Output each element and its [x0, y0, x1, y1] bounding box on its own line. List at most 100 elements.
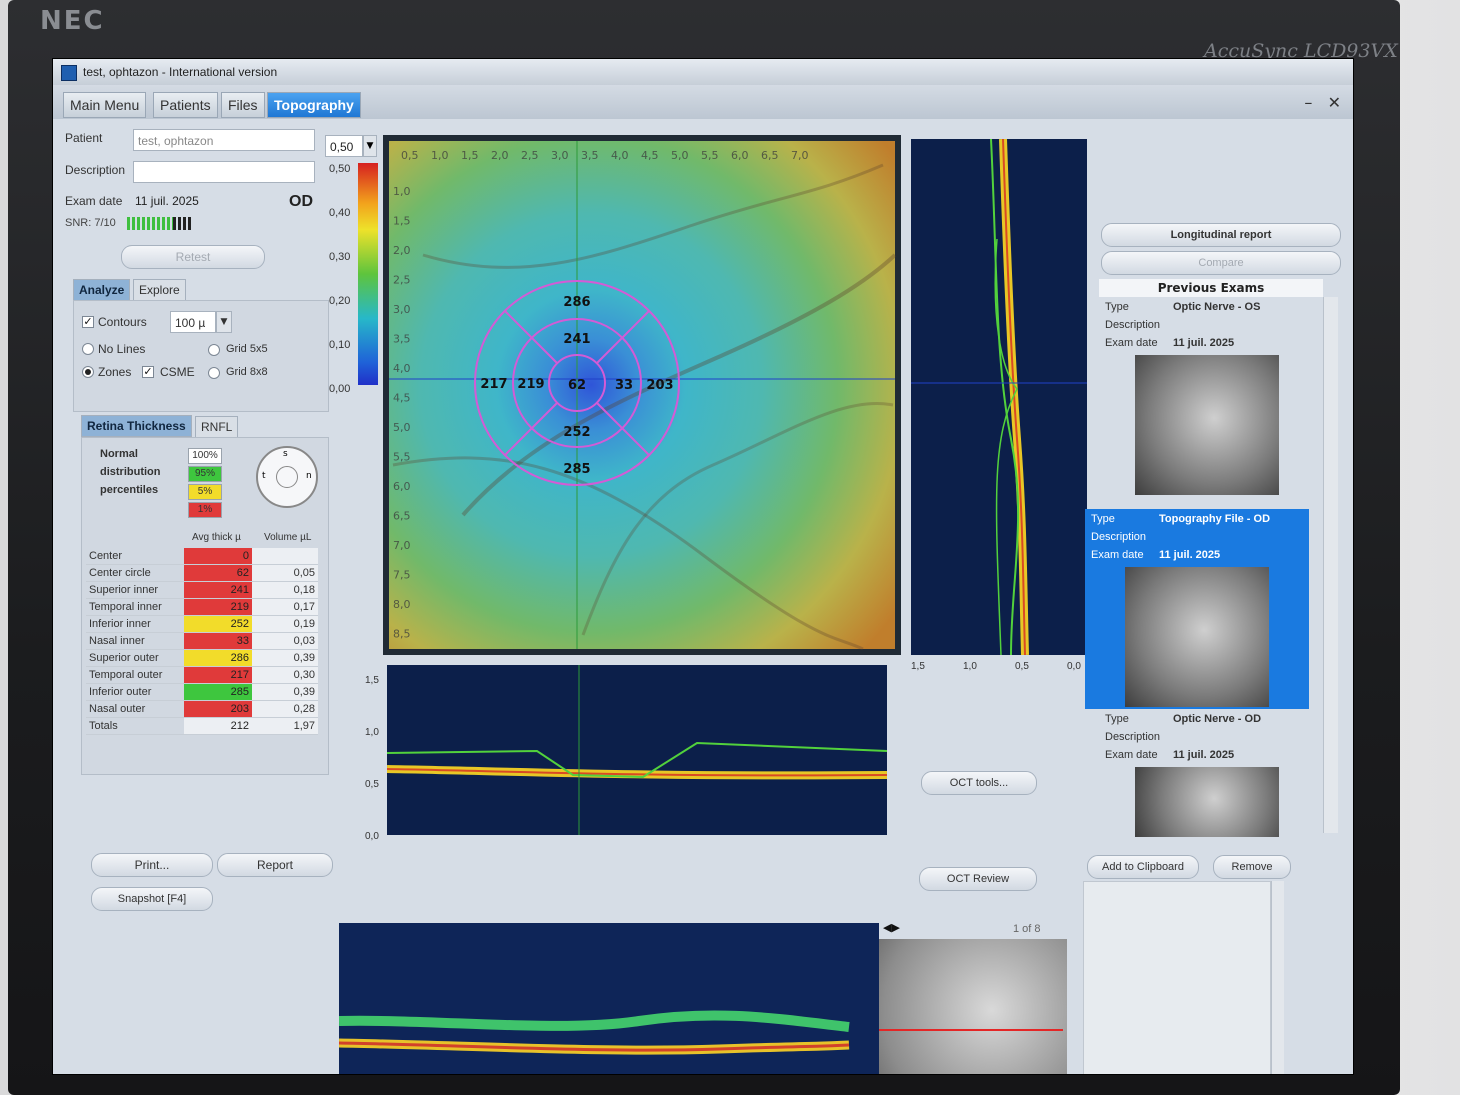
- horizontal-bscan[interactable]: [386, 665, 888, 835]
- longitudinal-report-button[interactable]: Longitudinal report: [1101, 223, 1341, 247]
- contours-checkbox[interactable]: ✓: [82, 316, 94, 328]
- exam-thumbnail: [1135, 355, 1279, 495]
- map-top-tick: 1,0: [431, 149, 449, 162]
- window-title: test, ophtazon - International version: [83, 65, 278, 79]
- oct-tools-button[interactable]: OCT tools...: [921, 771, 1037, 795]
- topography-map-svg: 286 241 217 219 62 33 203 252 285 0,5 1,0…: [389, 141, 897, 651]
- exam-description-label: Description: [1105, 319, 1161, 331]
- pager-arrows-icon[interactable]: ◀▶: [883, 921, 900, 934]
- map-top-tick: 2,5: [521, 149, 539, 162]
- zone-compass: s t n: [256, 446, 318, 508]
- table-row: Nasal outer 203 0,28: [86, 700, 318, 718]
- row-avg-thickness: 219: [184, 598, 252, 616]
- exam-type-label: Type: [1091, 513, 1115, 525]
- scale-tick: 0,20: [329, 295, 351, 307]
- clipboard-scrollbar[interactable]: [1271, 881, 1284, 1074]
- tab-main-menu[interactable]: Main Menu: [63, 92, 147, 118]
- legend-title-1: Normal: [100, 448, 138, 460]
- row-volume: 0,18: [252, 581, 318, 599]
- exam-thumbnail: [1125, 567, 1269, 707]
- row-name: Totals: [86, 717, 184, 735]
- map-left-tick: 6,0: [393, 480, 411, 493]
- row-name: Center circle: [86, 564, 184, 582]
- chevron-down-icon[interactable]: ▼: [216, 311, 232, 333]
- map-left-tick: 8,5: [393, 628, 411, 641]
- row-avg-thickness: 217: [184, 666, 252, 684]
- vertical-bscan-tick: 0,0: [1067, 661, 1081, 672]
- description-label: Description: [65, 163, 126, 177]
- topography-view: Patient test, ophtazon Description Exam …: [53, 119, 1353, 1074]
- zones-radio[interactable]: [82, 366, 94, 378]
- grid-5x5-radio[interactable]: [208, 344, 220, 356]
- tab-explore[interactable]: Explore: [133, 279, 186, 301]
- report-button[interactable]: Report: [217, 853, 333, 877]
- print-button[interactable]: Print...: [91, 853, 213, 877]
- legend-swatch: 5%: [188, 484, 222, 500]
- add-to-clipboard-button[interactable]: Add to Clipboard: [1087, 855, 1199, 879]
- scan-line-indicator: [879, 1029, 1063, 1031]
- retest-button[interactable]: Retest: [121, 245, 265, 269]
- close-button[interactable]: ✕: [1328, 93, 1341, 112]
- legend-title-2: distribution: [100, 466, 161, 478]
- row-avg-thickness: 62: [184, 564, 252, 582]
- contours-label: Contours: [98, 315, 147, 329]
- tab-retina-thickness[interactable]: Retina Thickness: [81, 415, 192, 437]
- table-row: Superior outer 286 0,39: [86, 649, 318, 667]
- no-lines-radio[interactable]: [82, 343, 94, 355]
- contours-select[interactable]: 100 µ: [170, 311, 216, 333]
- row-name: Nasal inner: [86, 632, 184, 650]
- tab-rnfl[interactable]: RNFL: [195, 416, 239, 438]
- row-name: Temporal inner: [86, 598, 184, 616]
- compare-button[interactable]: Compare: [1101, 251, 1341, 275]
- oct-review-button[interactable]: OCT Review: [919, 867, 1037, 891]
- previous-exam-card[interactable]: Type Optic Nerve - OS Description Exam date…: [1099, 297, 1321, 495]
- fundus-preview[interactable]: [879, 939, 1067, 1074]
- row-avg-thickness: 212: [184, 717, 252, 735]
- legend-swatch: 1%: [188, 502, 222, 518]
- vertical-bscan-tick: 1,0: [963, 661, 977, 672]
- volume-header: Volume µL: [264, 532, 312, 543]
- snapshot-button[interactable]: Snapshot [F4]: [91, 887, 213, 911]
- tab-patients[interactable]: Patients: [153, 92, 218, 118]
- legend-swatch: 95%: [188, 466, 222, 482]
- tab-analyze[interactable]: Analyze: [73, 279, 131, 301]
- minimize-button[interactable]: –: [1304, 93, 1312, 112]
- compass-n: n: [306, 471, 312, 481]
- exam-date-label: Exam date: [65, 194, 123, 208]
- grid-5x5-label: Grid 5x5: [226, 343, 268, 355]
- title-bar: test, ophtazon - International version: [53, 59, 1353, 85]
- csme-checkbox[interactable]: ✓: [142, 366, 154, 378]
- exams-scrollbar[interactable]: [1323, 297, 1338, 833]
- scale-tick: 0,50: [329, 163, 351, 175]
- oct-bscan-full[interactable]: [338, 923, 879, 1074]
- map-left-tick: 7,0: [393, 539, 411, 552]
- map-left-tick: 4,5: [393, 392, 411, 405]
- previous-exam-card[interactable]: Type Topography File - OD Description Exam …: [1085, 509, 1309, 709]
- tab-files[interactable]: Files: [221, 92, 265, 118]
- remove-button[interactable]: Remove: [1213, 855, 1291, 879]
- row-volume: [252, 548, 318, 565]
- exam-date-value: 11 juil. 2025: [1159, 549, 1221, 561]
- map-top-tick: 4,5: [641, 149, 659, 162]
- map-top-tick: 1,5: [461, 149, 479, 162]
- description-field[interactable]: [133, 161, 315, 183]
- patient-field[interactable]: test, ophtazon: [133, 129, 315, 151]
- exam-description-label: Description: [1105, 731, 1161, 743]
- scale-select[interactable]: 0,50: [325, 135, 363, 157]
- clipboard-area[interactable]: [1083, 881, 1271, 1074]
- table-row: Inferior inner 252 0,19: [86, 615, 318, 633]
- horizontal-bscan-tick: 0,0: [365, 831, 379, 842]
- exam-date-value: 11 juil. 2025: [1173, 337, 1235, 349]
- grid-8x8-radio[interactable]: [208, 367, 220, 379]
- map-top-tick: 5,0: [671, 149, 689, 162]
- map-left-tick: 1,0: [393, 185, 411, 198]
- scale-chevron-down-icon[interactable]: ▼: [363, 135, 377, 157]
- row-avg-thickness: 252: [184, 615, 252, 633]
- map-top-tick: 5,5: [701, 149, 719, 162]
- topography-map[interactable]: 286 241 217 219 62 33 203 252 285 0,5 1,0…: [383, 135, 901, 655]
- exam-type-value: Topography File - OD: [1159, 513, 1271, 525]
- patient-label: Patient: [65, 131, 103, 145]
- tab-topography[interactable]: Topography: [267, 92, 361, 118]
- vertical-bscan[interactable]: [911, 138, 1087, 656]
- zone-superior-outer: 286: [563, 295, 590, 310]
